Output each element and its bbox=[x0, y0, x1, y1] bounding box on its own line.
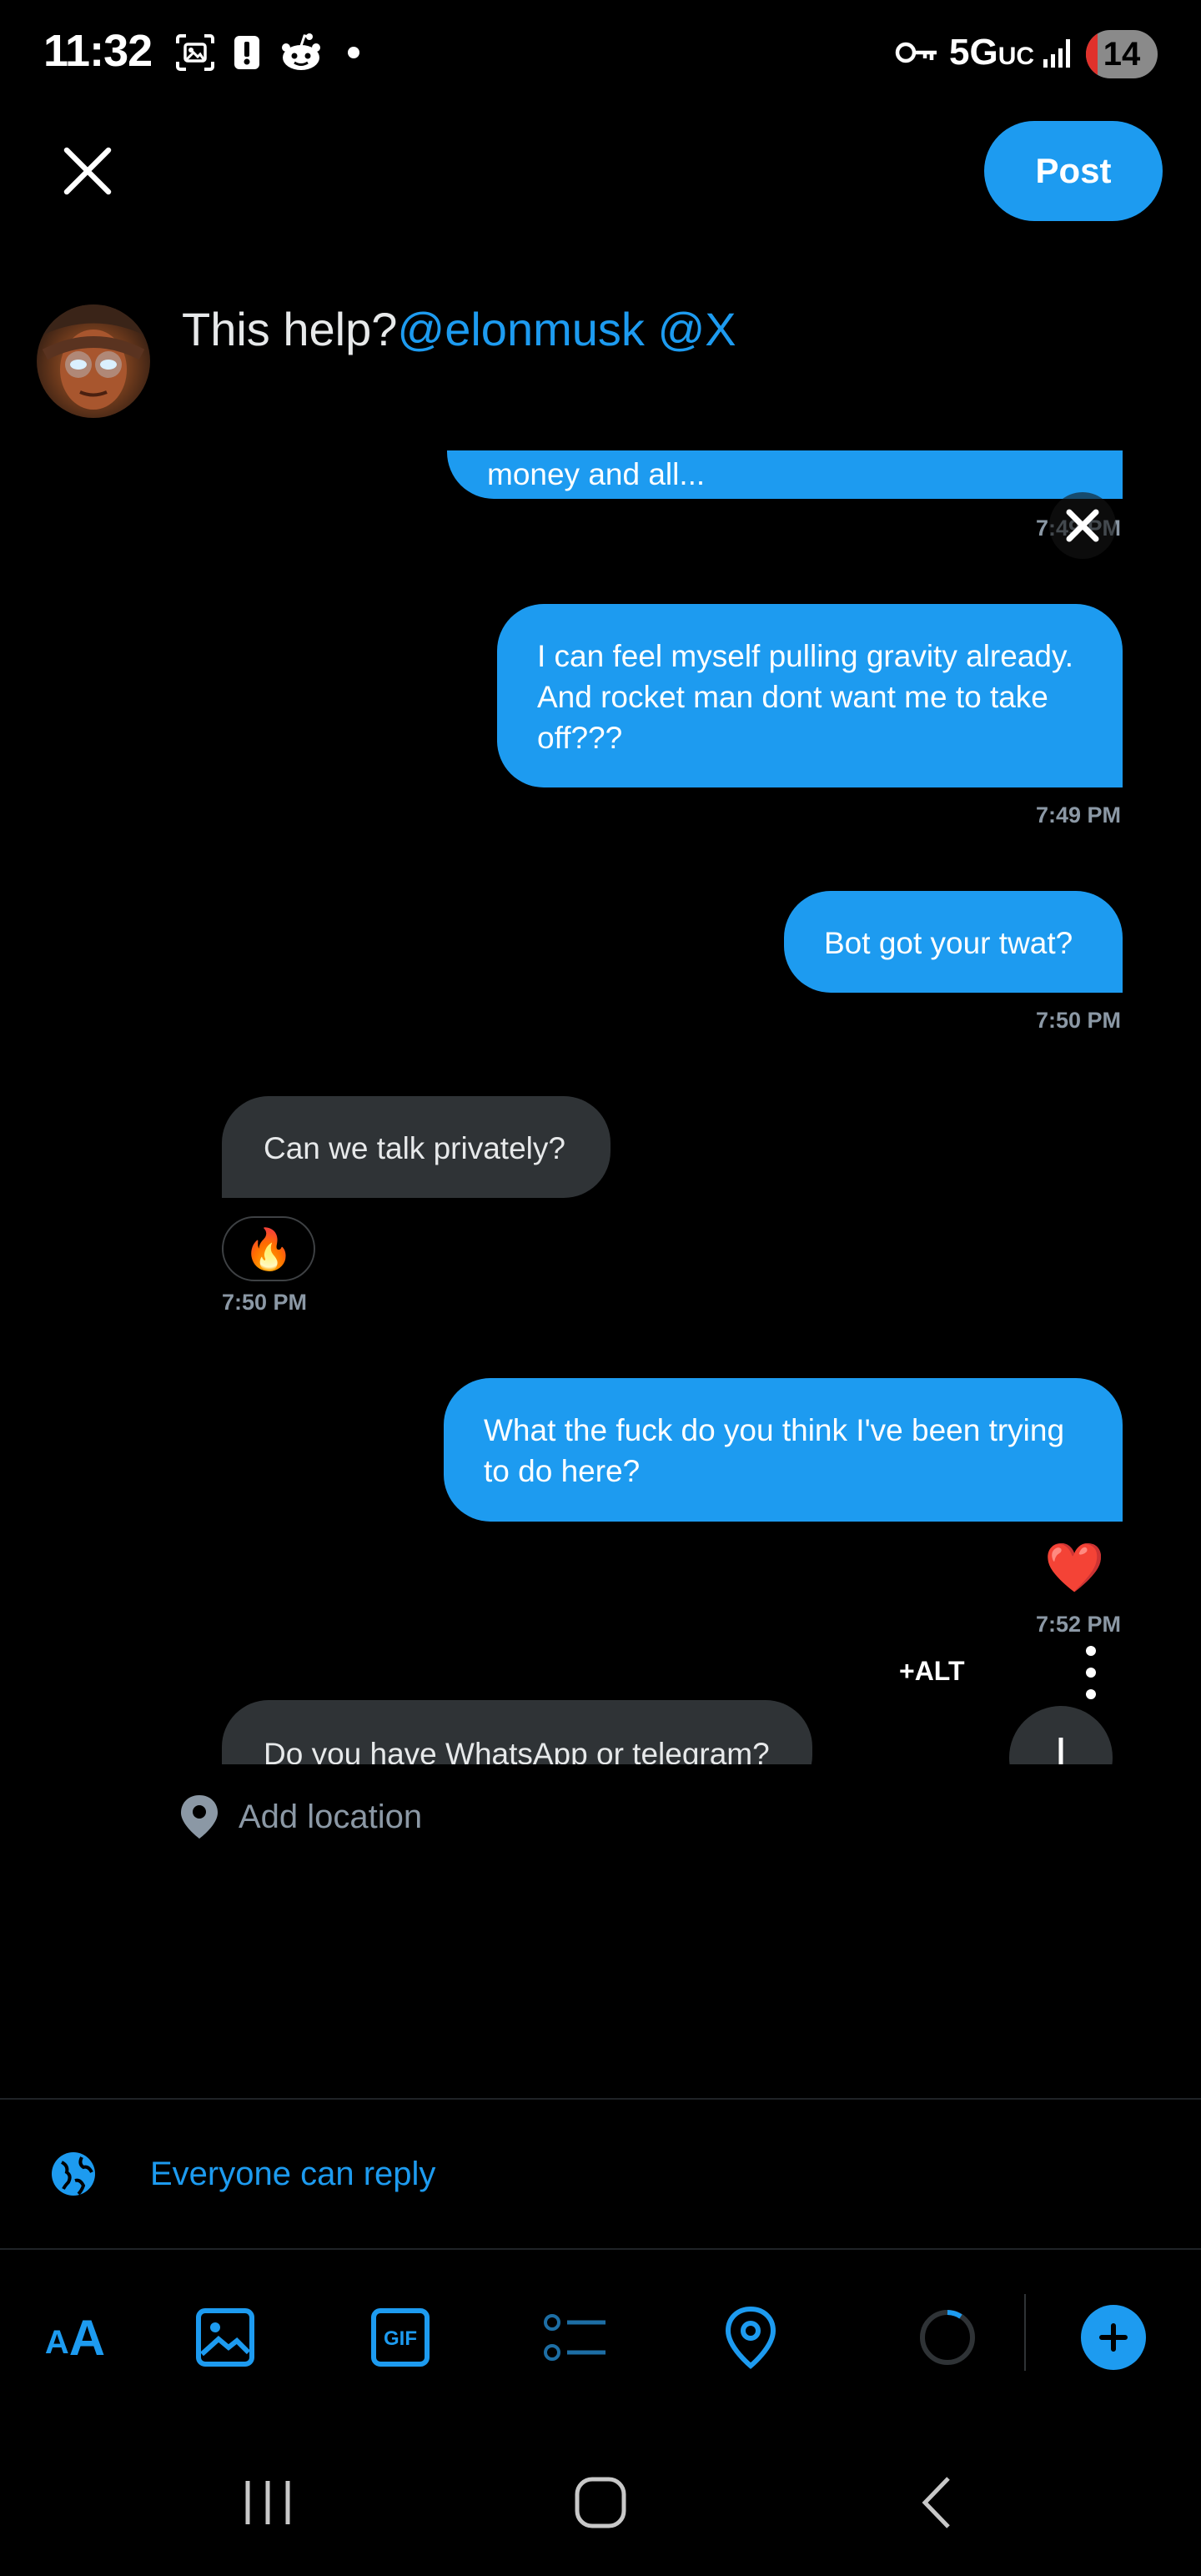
text-format-icon-large: A bbox=[68, 2309, 106, 2366]
recent-apps-icon bbox=[245, 2481, 290, 2524]
network-indicator: 5GUC bbox=[949, 32, 1034, 73]
message-time: 7:49 PM bbox=[1036, 802, 1122, 828]
reddit-icon bbox=[275, 32, 327, 73]
post-button[interactable]: Post bbox=[984, 121, 1163, 221]
text-format-button[interactable]: AA bbox=[37, 2302, 113, 2372]
divider bbox=[0, 2098, 1201, 2100]
text-format-icon-small: A bbox=[44, 2323, 69, 2361]
add-location-label: Add location bbox=[239, 1798, 423, 1835]
network-type: 5G bbox=[949, 32, 998, 73]
compose-mentions: @elonmusk @X bbox=[397, 303, 736, 355]
message-time: 7:52 PM bbox=[1036, 1612, 1122, 1637]
home-icon bbox=[575, 2477, 626, 2528]
screenshot-icon bbox=[172, 32, 219, 73]
avatar[interactable] bbox=[37, 304, 150, 418]
reply-setting-button[interactable]: Everyone can reply bbox=[50, 2151, 435, 2197]
alt-text-button[interactable]: +ALT bbox=[899, 1656, 965, 1687]
compose-text[interactable]: This help?@elonmusk @X bbox=[182, 302, 736, 356]
message-bubble: Do you have WhatsApp or telegram? bbox=[222, 1700, 812, 1764]
image-icon bbox=[196, 2308, 254, 2367]
status-time: 11:32 bbox=[43, 26, 153, 76]
message-bubble-partial: money and all... bbox=[447, 450, 1123, 499]
reply-setting-label: Everyone can reply bbox=[150, 2155, 436, 2192]
message-text: Can we talk privately? bbox=[264, 1131, 565, 1165]
close-icon bbox=[1066, 509, 1099, 542]
message-bubble: Bot got your twat? bbox=[784, 891, 1123, 993]
scroll-down-button[interactable] bbox=[1009, 1706, 1113, 1764]
home-button[interactable] bbox=[567, 2469, 634, 2536]
compose-body: This help? bbox=[182, 303, 398, 355]
divider bbox=[0, 2248, 1201, 2250]
back-icon bbox=[922, 2477, 950, 2528]
message-text: Bot got your twat? bbox=[824, 926, 1073, 960]
battery-indicator: 14 bbox=[1086, 30, 1158, 78]
progress-ring-icon bbox=[920, 2310, 975, 2365]
heart-reaction: ❤️ bbox=[1044, 1541, 1105, 1595]
back-button[interactable] bbox=[902, 2469, 969, 2536]
arrow-down-icon bbox=[1058, 1738, 1063, 1764]
alert-icon bbox=[230, 32, 264, 73]
svg-text:GIF: GIF bbox=[384, 2327, 417, 2350]
more-options-button[interactable] bbox=[1066, 1639, 1116, 1706]
globe-icon bbox=[52, 2152, 95, 2196]
message-time: 7:50 PM bbox=[1036, 1008, 1122, 1033]
plus-icon bbox=[1099, 2323, 1128, 2352]
battery-level: 14 bbox=[1103, 35, 1141, 73]
location-icon bbox=[725, 2306, 776, 2369]
message-text: Do you have WhatsApp or telegram? bbox=[264, 1737, 770, 1764]
gif-icon: GIF bbox=[371, 2308, 430, 2367]
image-button[interactable] bbox=[193, 2302, 257, 2372]
poll-button[interactable] bbox=[542, 2302, 609, 2372]
gif-button[interactable]: GIF bbox=[369, 2302, 432, 2372]
network-subtype: UC bbox=[997, 43, 1035, 70]
recent-apps-button[interactable] bbox=[230, 2469, 305, 2536]
message-text: I can feel myself pulling gravity alread… bbox=[537, 639, 1074, 755]
toolbar-divider bbox=[1024, 2294, 1026, 2371]
message-bubble: What the fuck do you think I've been try… bbox=[444, 1378, 1123, 1522]
close-icon bbox=[63, 147, 112, 195]
message-bubble: I can feel myself pulling gravity alread… bbox=[497, 604, 1123, 787]
media-attachment[interactable]: money and all... 7:49 PM I can feel myse… bbox=[182, 450, 1143, 1764]
add-thread-button[interactable] bbox=[1081, 2305, 1146, 2370]
fire-reaction: 🔥 bbox=[222, 1216, 315, 1281]
message-time: 7:50 PM bbox=[222, 1290, 308, 1315]
message-text: What the fuck do you think I've been try… bbox=[484, 1413, 1065, 1488]
dot-icon bbox=[344, 32, 364, 73]
character-count-ring bbox=[916, 2302, 979, 2372]
location-pin-icon bbox=[181, 1795, 218, 1839]
poll-icon bbox=[544, 2314, 606, 2361]
add-location-row[interactable]: Add location bbox=[178, 1794, 422, 1840]
message-bubble: Can we talk privately? bbox=[222, 1096, 611, 1198]
vpn-key-icon bbox=[894, 32, 941, 73]
close-button[interactable] bbox=[50, 133, 125, 209]
location-button[interactable] bbox=[722, 2302, 779, 2372]
signal-icon bbox=[1039, 32, 1078, 73]
message-text: money and all... bbox=[487, 457, 706, 491]
remove-media-button[interactable] bbox=[1049, 492, 1116, 559]
